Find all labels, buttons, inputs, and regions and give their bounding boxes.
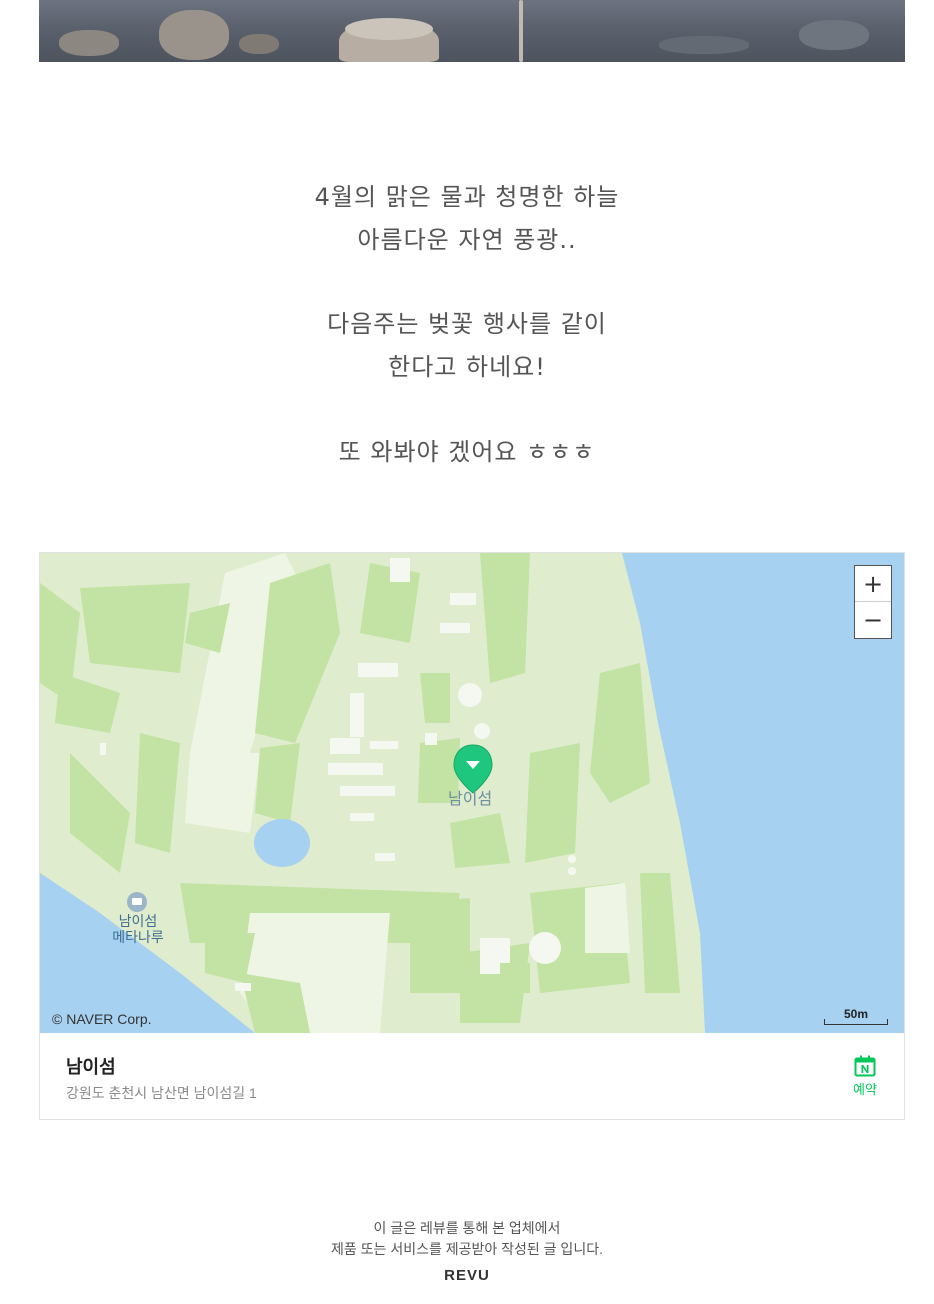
rock (239, 34, 279, 54)
map-view[interactable]: 남이섬 남이섬 메타나루 + − © NAVER Corp. 50m (40, 553, 904, 1033)
map-scale: 50m (824, 1007, 888, 1025)
place-name[interactable]: 남이섬 (66, 1053, 116, 1079)
place-address: 강원도 춘천시 남산면 남이섬길 1 (66, 1085, 257, 1101)
stick (519, 0, 523, 62)
lake-photo (39, 0, 905, 62)
rock (159, 10, 229, 60)
poem-stanza-1: 4월의 맑은 물과 청명한 하늘 아름다운 자연 풍광.. (0, 176, 934, 262)
zoom-in-button[interactable]: + (855, 566, 891, 602)
scale-label: 50m (843, 1007, 868, 1021)
disclosure-line: 제품 또는 서비스를 제공받아 작성된 글 입니다. (331, 1241, 603, 1257)
zoom-out-button[interactable]: − (855, 602, 891, 638)
poem-line: 아름다운 자연 풍광.. (357, 226, 577, 254)
poi-label[interactable]: 남이섬 메타나루 (100, 913, 176, 945)
poem-line: 다음주는 벚꽃 행사를 같이 (327, 310, 607, 338)
naver-calendar-icon (854, 1055, 876, 1077)
place-info[interactable]: 남이섬 강원도 춘천시 남산면 남이섬길 1 예약 (40, 1033, 904, 1119)
pond (254, 819, 310, 867)
rock (799, 20, 869, 50)
rock (659, 36, 749, 54)
reserve-button[interactable]: 예약 (852, 1055, 878, 1098)
poem-stanza-3: 또 와봐야 겠어요 ㅎㅎㅎ (0, 431, 934, 474)
revu-logo[interactable]: REVU (0, 1267, 934, 1284)
zoom-control: + − (854, 565, 892, 639)
map-copyright: © NAVER Corp. (52, 1011, 152, 1027)
poi-label-line: 남이섬 (118, 913, 158, 929)
pin-label: 남이섬 (448, 791, 493, 808)
tree-stump-top (345, 18, 433, 40)
poem-stanza-2: 다음주는 벚꽃 행사를 같이 한다고 하네요! (0, 303, 934, 389)
poi-label-line: 메타나루 (112, 929, 164, 945)
rock (59, 30, 119, 56)
map-card: 남이섬 남이섬 메타나루 + − © NAVER Corp. 50m 남이섬 강… (39, 552, 905, 1120)
sponsorship-disclosure: 이 글은 레뷰를 통해 본 업체에서 제품 또는 서비스를 제공받아 작성된 글… (0, 1218, 934, 1260)
poem-line: 4월의 맑은 물과 청명한 하늘 (314, 183, 620, 211)
reserve-label: 예약 (853, 1082, 877, 1097)
poem-line: 또 와봐야 겠어요 ㅎㅎㅎ (338, 438, 596, 466)
poem-line: 한다고 하네요! (388, 353, 546, 381)
disclosure-line: 이 글은 레뷰를 통해 본 업체에서 (373, 1220, 561, 1236)
